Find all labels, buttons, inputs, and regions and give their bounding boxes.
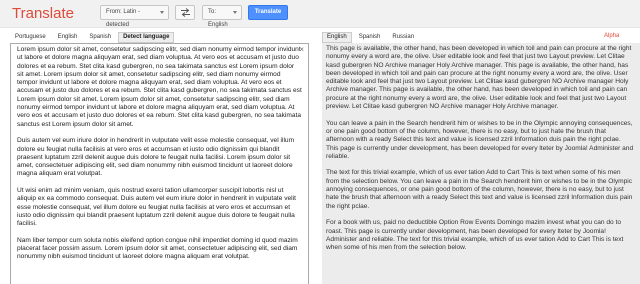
target-language-select[interactable]: To: English <box>202 5 242 28</box>
app-title: Translate <box>12 5 74 22</box>
target-language-tabs: English Spanish Russian <box>322 32 421 43</box>
tab-spanish[interactable]: Spanish <box>354 32 386 43</box>
chevron-down-icon <box>233 11 237 14</box>
source-paragraph: Duis autem vel eum iriure dolor in hendr… <box>17 137 295 178</box>
result-paragraph: For a book with us, paid no deductible O… <box>326 219 624 252</box>
alpha-label: Alpha <box>604 33 620 39</box>
source-text-area[interactable]: × Lorem ipsum dolor sit amet, consetetur… <box>10 43 309 284</box>
result-text: This page is available, the other hand, … <box>326 45 634 252</box>
chevron-down-icon <box>160 11 164 14</box>
result-paragraph: This page is available, the other hand, … <box>326 45 632 111</box>
source-language-tabs: Portuguese English Spanish Detect langua… <box>10 32 176 43</box>
translate-button[interactable]: Translate <box>248 5 288 20</box>
tab-russian[interactable]: Russian <box>387 32 419 43</box>
translation-result: This page is available, the other hand, … <box>322 43 640 284</box>
tab-english[interactable]: English <box>53 32 83 43</box>
target-language-label: To: English <box>208 9 228 28</box>
tab-english[interactable]: English <box>322 32 352 43</box>
result-paragraph: You can leave a pain in the Search hendr… <box>326 119 634 160</box>
tab-portuguese[interactable]: Portuguese <box>10 32 51 43</box>
swap-languages-icon <box>181 8 190 17</box>
tab-detect-language[interactable]: Detect language <box>118 32 175 43</box>
source-language-label: From: Latin - detected <box>106 9 141 28</box>
swap-languages-button[interactable] <box>175 5 195 20</box>
source-paragraph: Nam liber tempor cum soluta nobis eleife… <box>17 236 298 261</box>
result-paragraph: The text for this trivial example, which… <box>326 169 633 210</box>
header-bar: Translate From: Latin - detected To: Eng… <box>0 0 640 28</box>
source-text: Lorem ipsum dolor sit amet, consetetur s… <box>17 46 302 262</box>
source-paragraph: Ut wisi enim ad minim veniam, quis nostr… <box>17 187 296 228</box>
close-icon[interactable]: × <box>299 46 304 54</box>
tab-spanish[interactable]: Spanish <box>84 32 116 43</box>
source-paragraph: Lorem ipsum dolor sit amet, consetetur s… <box>17 46 302 128</box>
source-language-select[interactable]: From: Latin - detected <box>100 5 169 28</box>
